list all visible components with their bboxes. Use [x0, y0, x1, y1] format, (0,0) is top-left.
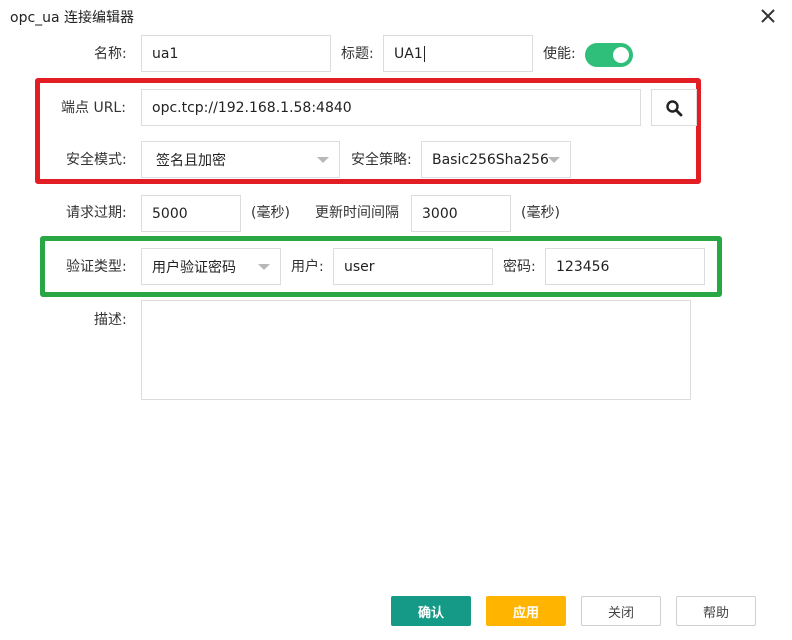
confirm-button[interactable]: 确认: [391, 596, 471, 626]
password-label: 密码:: [503, 259, 536, 275]
security-policy-label: 安全策略:: [351, 152, 412, 168]
title-input[interactable]: UA1: [383, 35, 533, 72]
password-input[interactable]: 123456: [545, 248, 705, 285]
security-policy-select[interactable]: Basic256Sha256: [421, 141, 571, 178]
enable-toggle[interactable]: [585, 43, 633, 67]
chevron-down-icon: [548, 156, 560, 163]
endpoint-label: 端点 URL:: [61, 100, 126, 116]
request-expire-label: 请求过期:: [66, 205, 127, 221]
user-input[interactable]: user: [333, 248, 493, 285]
title-value: UA1: [394, 45, 423, 62]
request-expire-unit: (毫秒): [251, 205, 290, 221]
name-label: 名称:: [94, 46, 127, 62]
request-expire-input[interactable]: 5000: [141, 195, 241, 232]
toggle-knob: [613, 47, 629, 63]
dialog-title: opc_ua 连接编辑器: [10, 10, 135, 26]
close-button[interactable]: 关闭: [581, 596, 661, 626]
auth-type-label: 验证类型:: [66, 259, 127, 275]
update-interval-input[interactable]: 3000: [411, 195, 511, 232]
update-interval-unit: (毫秒): [521, 205, 560, 221]
description-label: 描述:: [94, 312, 127, 328]
help-button[interactable]: 帮助: [676, 596, 756, 626]
auth-type-value: 用户验证密码: [152, 259, 236, 276]
name-input[interactable]: ua1: [141, 35, 331, 72]
chevron-down-icon: [258, 263, 270, 270]
description-textarea[interactable]: [141, 300, 691, 400]
endpoint-url-input[interactable]: opc.tcp://192.168.1.58:4840: [141, 89, 641, 126]
endpoint-search-button[interactable]: [651, 89, 697, 126]
close-icon[interactable]: [756, 4, 780, 28]
apply-button[interactable]: 应用: [486, 596, 566, 626]
text-cursor: [423, 45, 425, 62]
enable-label: 使能:: [543, 46, 576, 62]
security-mode-select[interactable]: 签名且加密: [141, 141, 340, 178]
search-icon: [666, 99, 683, 116]
security-policy-value: Basic256Sha256: [432, 151, 549, 168]
security-mode-value: 签名且加密: [156, 152, 226, 169]
title-label: 标题:: [341, 46, 374, 62]
chevron-down-icon: [317, 156, 329, 163]
update-interval-label: 更新时间间隔: [315, 205, 399, 221]
user-label: 用户:: [291, 259, 324, 275]
auth-type-select[interactable]: 用户验证密码: [141, 248, 281, 285]
security-mode-label: 安全模式:: [66, 152, 127, 168]
